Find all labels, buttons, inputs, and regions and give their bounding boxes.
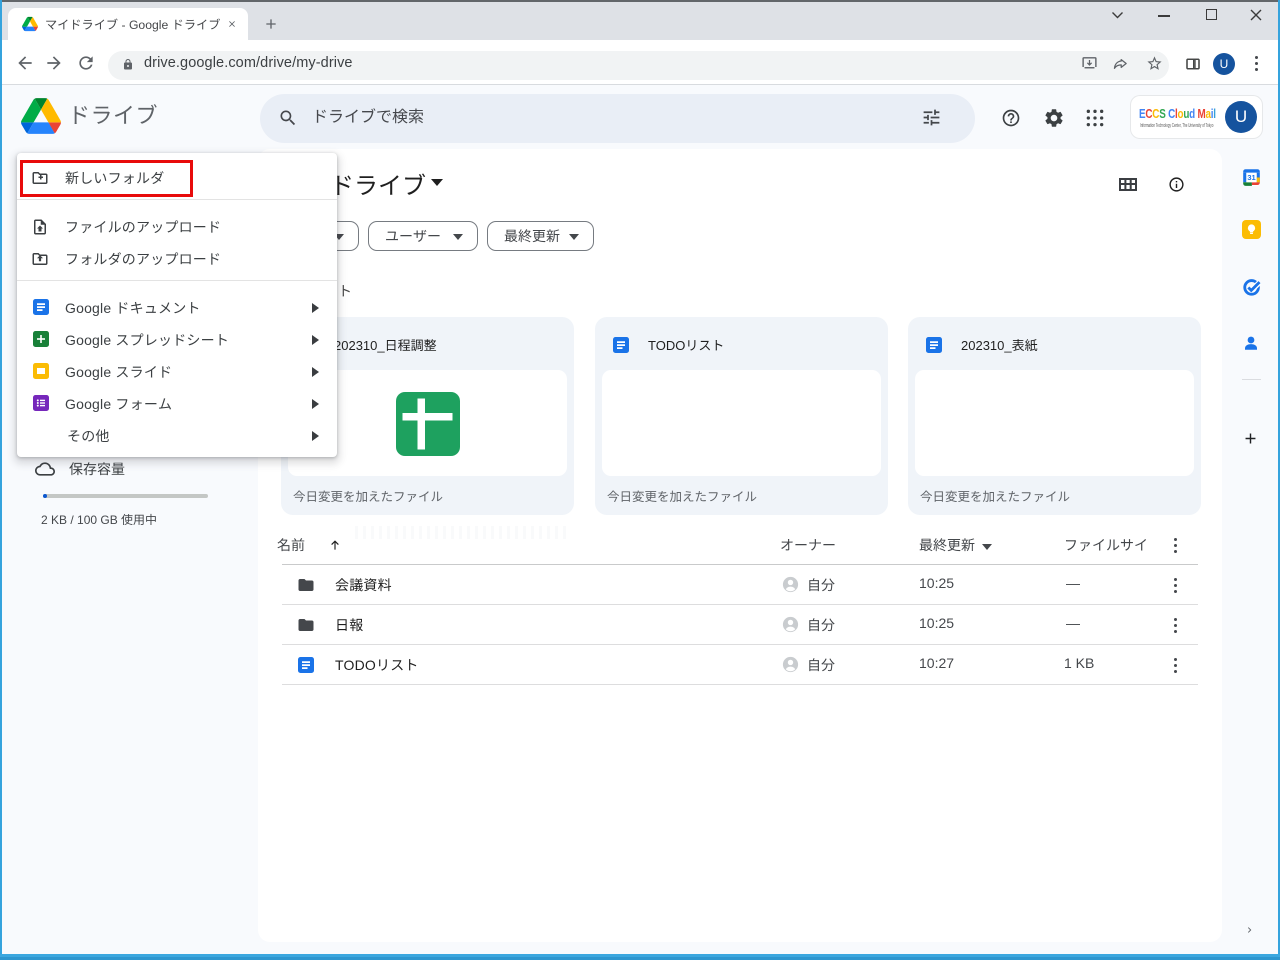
svg-text:31: 31 bbox=[1247, 173, 1255, 182]
